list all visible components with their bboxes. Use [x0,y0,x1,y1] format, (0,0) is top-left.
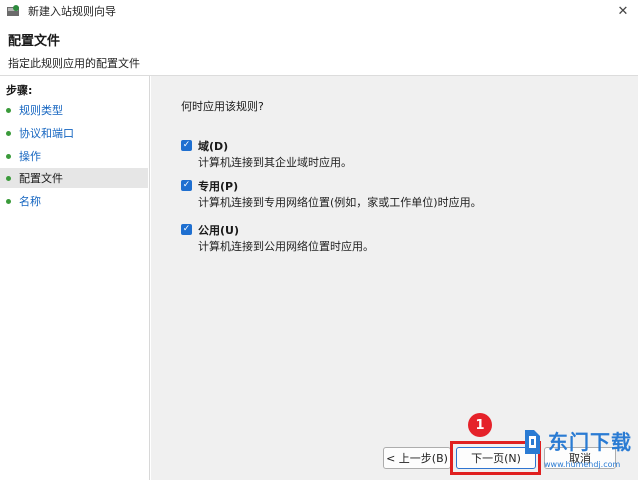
option-description: 计算机连接到其企业域时应用。 [198,156,352,169]
domain-checkbox[interactable]: ✓ [181,140,192,151]
step-label: 名称 [19,195,41,208]
watermark-logo-icon [522,428,544,456]
close-icon[interactable]: ✕ [608,0,638,22]
step-dot-icon [6,198,11,204]
option-label: 专用(P) [198,180,239,193]
wizard-header: 配置文件 指定此规则应用的配置文件 [0,22,638,76]
private-checkbox[interactable]: ✓ [181,180,192,191]
step-dot-icon [6,175,11,181]
step-marker-badge: 1 [468,413,492,437]
step-profile[interactable]: 配置文件 [0,168,148,188]
step-label: 配置文件 [19,172,63,185]
step-action[interactable]: 操作 [0,146,148,166]
wizard-content: 步骤: 规则类型 协议和端口 操作 配置文件 名称 何时应用该规则? ✓ 域(D… [0,76,638,480]
title-bar: 新建入站规则向导 ✕ [0,0,638,22]
option-label: 公用(U) [198,224,239,237]
back-button[interactable]: < 上一步(B) [383,447,451,469]
step-name[interactable]: 名称 [0,191,148,211]
step-protocol-port[interactable]: 协议和端口 [0,123,148,143]
firewall-icon [6,4,20,18]
step-dot-icon [6,107,11,113]
option-label: 域(D) [198,140,229,153]
question-text: 何时应用该规则? [181,100,264,113]
step-dot-icon [6,130,11,136]
page-subtitle: 指定此规则应用的配置文件 [8,57,140,70]
window-title: 新建入站规则向导 [28,5,116,18]
profile-panel: 何时应用该规则? ✓ 域(D) 计算机连接到其企业域时应用。 ✓ 专用(P) 计… [151,76,638,480]
steps-sidebar: 步骤: 规则类型 协议和端口 操作 配置文件 名称 [0,76,150,480]
step-label: 规则类型 [19,104,63,117]
steps-title: 步骤: [6,84,33,97]
step-label: 协议和端口 [19,127,74,140]
step-dot-icon [6,153,11,159]
option-description: 计算机连接到专用网络位置(例如，家或工作单位)时应用。 [198,196,482,209]
step-rule-type[interactable]: 规则类型 [0,100,148,120]
option-description: 计算机连接到公用网络位置时应用。 [198,240,374,253]
page-title: 配置文件 [8,34,61,49]
step-label: 操作 [19,150,41,163]
watermark-text: 东门下载 [548,430,632,454]
public-checkbox[interactable]: ✓ [181,224,192,235]
watermark: 东门下载 www.humendj.com [522,426,638,480]
watermark-url: www.humendj.com [544,460,621,469]
